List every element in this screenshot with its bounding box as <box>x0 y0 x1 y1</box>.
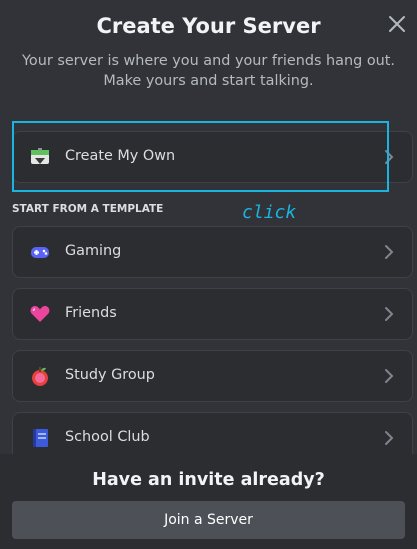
modal-footer: Have an invite already? Join a Server <box>0 454 417 549</box>
invite-heading: Have an invite already? <box>92 470 325 490</box>
template-school-club-label: School Club <box>65 429 150 445</box>
heart-icon <box>30 306 50 322</box>
modal-title: Create Your Server <box>96 14 321 38</box>
create-server-modal: Create Your Server Your server is where … <box>0 0 417 549</box>
modal-subtitle: Your server is where you and your friend… <box>22 53 395 89</box>
template-section-header: START FROM A TEMPLATE <box>12 203 164 215</box>
join-server-button[interactable]: Join a Server <box>12 501 405 539</box>
apple-icon <box>32 367 48 386</box>
chevron-right-icon <box>385 307 394 321</box>
template-study-group[interactable]: Study Group <box>12 350 413 402</box>
gamepad-icon <box>31 247 49 258</box>
book-icon <box>33 429 48 447</box>
chevron-right-icon <box>385 150 394 164</box>
template-gaming-label: Gaming <box>65 243 122 259</box>
template-friends-label: Friends <box>65 305 117 321</box>
chevron-right-icon <box>385 431 394 445</box>
create-my-own-option[interactable]: Create My Own <box>12 131 413 183</box>
chevron-right-icon <box>385 245 394 259</box>
create-server-icon <box>31 148 49 164</box>
template-friends[interactable]: Friends <box>12 288 413 340</box>
create-my-own-label: Create My Own <box>65 148 176 164</box>
template-study-group-label: Study Group <box>65 367 155 383</box>
template-gaming[interactable]: Gaming <box>12 226 413 278</box>
click-annotation: click <box>242 202 297 223</box>
chevron-right-icon <box>385 369 394 383</box>
